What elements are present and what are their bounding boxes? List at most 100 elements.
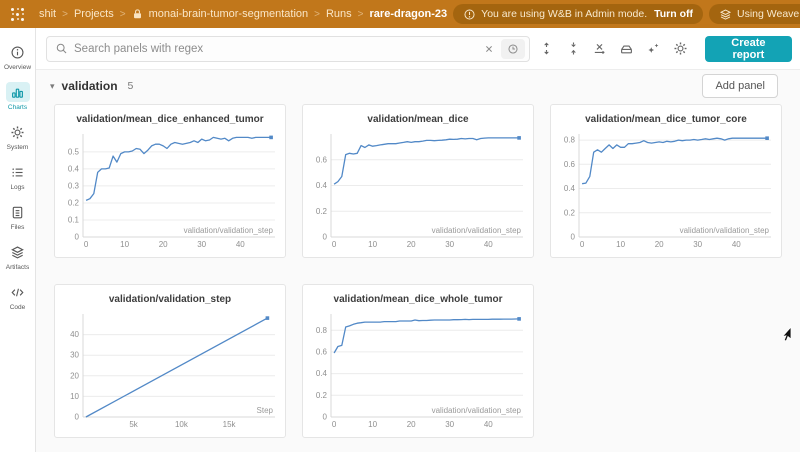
svg-text:validation/validation_step: validation/validation_step (184, 226, 274, 235)
section-panel-count: 5 (128, 80, 134, 92)
info-circle-icon (6, 42, 30, 62)
section-header-validation: ▾ validation 5 Add panel (36, 70, 800, 102)
svg-text:0.1: 0.1 (68, 216, 80, 225)
sidebar-item-code[interactable]: Code (0, 278, 36, 315)
sidebar-item-artifacts[interactable]: Artifacts (0, 238, 36, 275)
search-input[interactable] (74, 43, 477, 55)
add-panel-button[interactable]: Add panel (702, 74, 778, 98)
svg-text:10: 10 (120, 240, 129, 249)
breadcrumb-runs[interactable]: Runs (326, 8, 352, 20)
svg-text:0.3: 0.3 (68, 181, 80, 190)
panel-mean-dice-whole-tumor[interactable]: validation/mean_dice_whole_tumor 0 0.2 0.4… (302, 284, 534, 438)
admin-turn-off-button[interactable]: Turn off (654, 8, 693, 20)
svg-text:20: 20 (407, 240, 416, 249)
breadcrumb-projects[interactable]: Projects (74, 8, 114, 20)
panel-mean-dice-enhanced-tumor[interactable]: validation/mean_dice_enhanced_tumor 0 0.1… (54, 104, 286, 258)
collapse-panels-icon[interactable] (562, 37, 584, 61)
svg-text:30: 30 (445, 420, 454, 429)
panel-title: validation/mean_dice_tumor_core (551, 114, 781, 125)
gear-icon (6, 122, 30, 142)
svg-text:0: 0 (332, 240, 337, 249)
breadcrumb-separator: > (314, 9, 320, 20)
sidebar-item-overview[interactable]: Overview (0, 38, 36, 75)
chevron-down-icon[interactable]: ▾ (50, 81, 55, 92)
weave-banner: Using Weave 1.0 Turn off (709, 4, 800, 24)
expand-panels-icon[interactable] (535, 37, 557, 61)
svg-text:0: 0 (580, 240, 585, 249)
svg-text:0.4: 0.4 (564, 184, 576, 193)
panel-title: validation/mean_dice_enhanced_tumor (55, 114, 285, 125)
svg-text:10: 10 (70, 392, 79, 401)
panel-mean-dice-tumor-core[interactable]: validation/mean_dice_tumor_core 00.20.40… (550, 104, 782, 258)
breadcrumb-separator: > (62, 9, 68, 20)
line-chart[interactable]: 00.20.40.6010203040validation/validation… (306, 131, 530, 252)
panel-layout-icon[interactable] (616, 37, 638, 61)
svg-text:validation/validation_step: validation/validation_step (680, 226, 770, 235)
mouse-cursor (780, 326, 793, 348)
sidebar-item-files[interactable]: Files (0, 198, 36, 235)
sidebar-item-system[interactable]: System (0, 118, 36, 155)
panels-grid: validation/mean_dice_enhanced_tumor 0 0.1… (36, 102, 800, 438)
section-name[interactable]: validation (62, 79, 118, 93)
svg-text:30: 30 (197, 240, 206, 249)
clear-search-icon[interactable] (483, 43, 495, 55)
panel-title: validation/mean_dice_whole_tumor (303, 294, 533, 305)
svg-text:10: 10 (368, 420, 377, 429)
svg-text:30: 30 (693, 240, 702, 249)
weave-text: Using Weave 1.0 (737, 8, 800, 20)
breadcrumb-project[interactable]: monai-brain-tumor-segmentation (149, 8, 309, 20)
bar-chart-icon (6, 82, 30, 102)
svg-text:0.4: 0.4 (316, 369, 328, 378)
svg-text:validation/validation_step: validation/validation_step (432, 406, 522, 415)
svg-text:20: 20 (70, 371, 79, 380)
x-axis-settings-icon[interactable] (589, 37, 611, 61)
svg-text:Step: Step (257, 406, 274, 415)
svg-text:0: 0 (323, 413, 328, 422)
svg-text:0.8: 0.8 (564, 136, 576, 145)
svg-text:10: 10 (368, 240, 377, 249)
line-chart[interactable]: 00.20.40.60.8010203040validation/validat… (306, 311, 530, 432)
svg-text:20: 20 (655, 240, 664, 249)
panel-search-box (46, 36, 530, 62)
charts-content: ▾ validation 5 Add panel validation/mean… (36, 70, 800, 452)
svg-text:10: 10 (616, 240, 625, 249)
svg-text:0: 0 (75, 233, 80, 242)
svg-text:0.2: 0.2 (316, 391, 328, 400)
breadcrumb-user[interactable]: shit (39, 8, 56, 20)
lock-icon (132, 8, 143, 20)
wandb-logo-icon[interactable] (10, 7, 25, 22)
line-chart[interactable]: 00.10.20.30.40.5010203040validation/vali… (58, 131, 282, 252)
sidebar-item-logs[interactable]: Logs (0, 158, 36, 195)
panel-validation-step[interactable]: validation/validation_step 0102030405k10… (54, 284, 286, 438)
svg-text:0.4: 0.4 (68, 164, 80, 173)
svg-text:40: 40 (484, 420, 493, 429)
layers-icon (6, 242, 30, 262)
log-list-icon (6, 162, 30, 182)
svg-text:0: 0 (571, 233, 576, 242)
svg-text:0.8: 0.8 (316, 326, 328, 335)
line-chart[interactable]: 0102030405k10k15kStep (58, 311, 282, 432)
breadcrumb-run-name[interactable]: rare-dragon-23 (370, 8, 448, 20)
svg-text:40: 40 (732, 240, 741, 249)
svg-text:0.6: 0.6 (316, 347, 328, 356)
create-report-button[interactable]: Create report (705, 36, 792, 62)
history-clock-icon[interactable] (501, 39, 525, 59)
settings-gear-icon[interactable] (670, 37, 692, 61)
panel-mean-dice[interactable]: validation/mean_dice 00.20.40.6010203040… (302, 104, 534, 258)
svg-text:15k: 15k (223, 420, 237, 429)
svg-text:40: 40 (236, 240, 245, 249)
run-sidebar: Overview Charts System Logs Files Artifa… (0, 28, 36, 452)
svg-text:5k: 5k (129, 420, 138, 429)
svg-text:0.6: 0.6 (316, 155, 328, 164)
breadcrumb: shit > Projects > monai-brain-tumor-segm… (39, 8, 447, 20)
breadcrumb-separator: > (120, 9, 126, 20)
sidebar-item-charts[interactable]: Charts (0, 78, 36, 115)
top-nav-bar: shit > Projects > monai-brain-tumor-segm… (0, 0, 800, 28)
code-icon (6, 282, 30, 302)
warning-circle-icon (463, 8, 476, 21)
svg-text:validation/validation_step: validation/validation_step (432, 226, 522, 235)
sparkle-ai-icon[interactable] (643, 37, 665, 61)
svg-text:0: 0 (323, 233, 328, 242)
line-chart[interactable]: 00.20.40.60.8010203040validation/validat… (554, 131, 778, 252)
panels-toolbar: Create report (36, 28, 800, 70)
